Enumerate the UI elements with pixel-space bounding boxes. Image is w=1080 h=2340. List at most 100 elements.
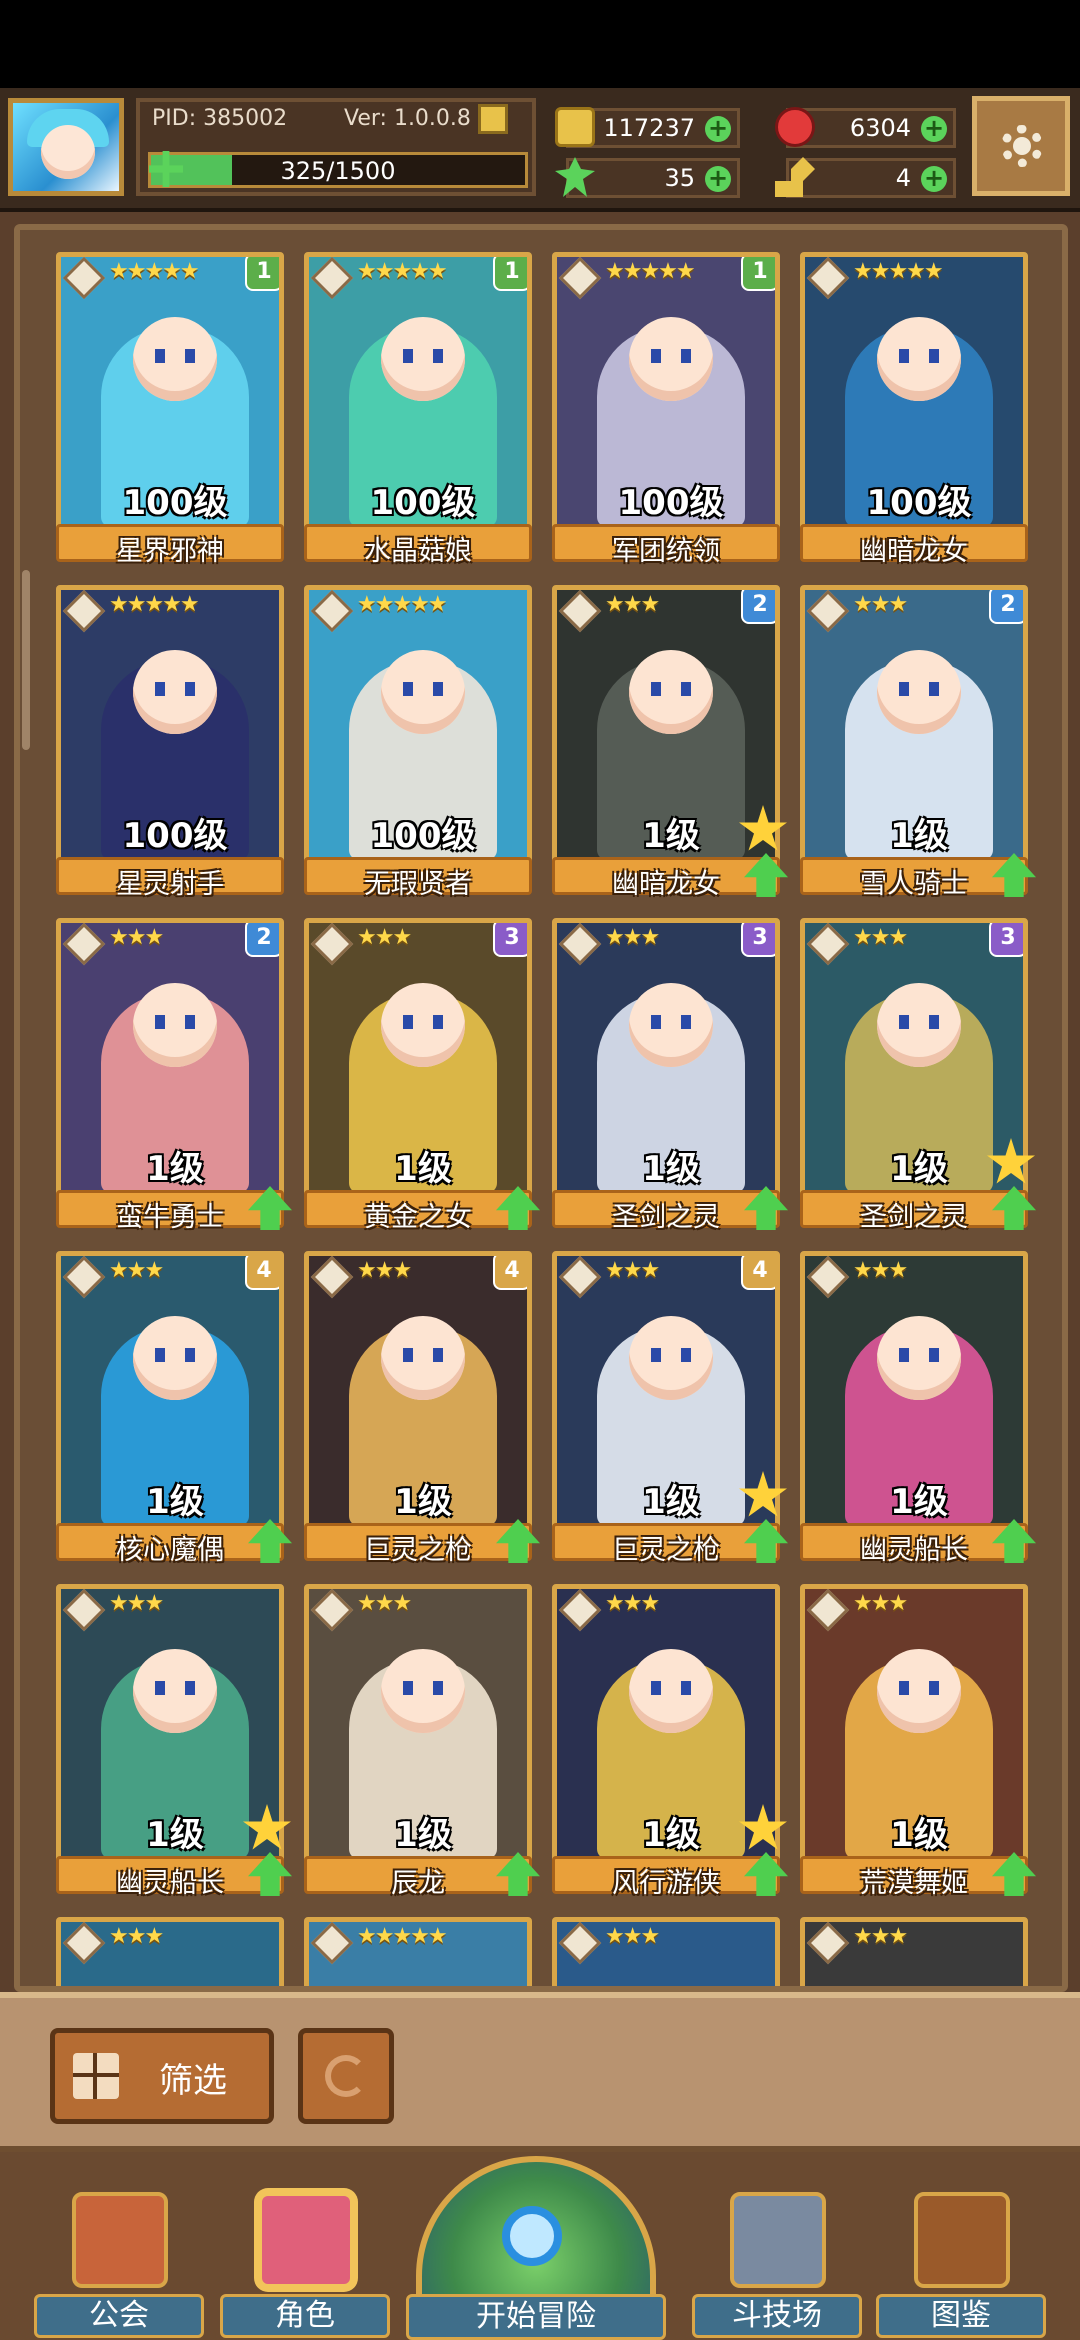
hero-card[interactable]: ★★★ 4 1级 核心魔偶 <box>56 1251 292 1566</box>
hero-card[interactable]: ★★★ 4 1级 巨灵之枪 <box>304 1251 540 1566</box>
hero-name: 巨灵之枪 <box>364 1535 472 1566</box>
hero-stars: ★★★ <box>605 1591 660 1616</box>
hero-head <box>133 1649 217 1733</box>
hero-eye <box>651 1348 661 1362</box>
hero-eye <box>185 1348 195 1362</box>
settings-button[interactable] <box>972 96 1070 196</box>
hero-name: 幽暗龙女 <box>860 536 968 567</box>
hero-card[interactable]: ★★★ 3 1级 圣剑之灵 <box>552 918 788 1233</box>
hero-tier-badge: 4 <box>245 1256 279 1290</box>
hero-stars: ★★★★★ <box>853 259 944 284</box>
hero-card[interactable]: ★★★★★ 100级 无瑕贤者 <box>304 585 532 900</box>
hero-portrait: ★★★★★ <box>304 1917 532 1986</box>
hero-card[interactable]: ★★★ 1级 风行游侠 <box>552 1584 788 1899</box>
hero-head <box>381 650 465 734</box>
hero-head <box>629 1649 713 1733</box>
hero-level: 1级 <box>890 1815 948 1855</box>
player-avatar[interactable] <box>8 98 124 196</box>
gem-icon <box>775 107 815 147</box>
hero-card-partial[interactable]: ★★★ <box>56 1917 284 1986</box>
hero-stars: ★★★ <box>357 1258 412 1283</box>
hero-card-partial[interactable]: ★★★ <box>552 1917 780 1986</box>
key-counter[interactable]: 4 + <box>775 157 956 198</box>
filter-button[interactable]: 筛选 <box>50 2028 274 2124</box>
hero-eye <box>403 349 413 363</box>
roster-scrollbar[interactable] <box>22 570 30 750</box>
hero-card[interactable]: ★★★★★ 1 100级 军团统领 <box>552 252 780 567</box>
exp-text: 325/1500 <box>280 157 396 185</box>
nav-codex[interactable]: 图鉴 <box>876 2192 1046 2340</box>
nav-codex-label: 图鉴 <box>876 2294 1046 2338</box>
hero-name: 星界邪神 <box>116 536 224 567</box>
hero-head <box>629 650 713 734</box>
hero-eye <box>651 682 661 696</box>
hero-stars: ★★★ <box>853 925 908 950</box>
hero-card[interactable]: ★★★★★ 100级 幽暗龙女 <box>800 252 1028 567</box>
hero-card[interactable]: ★★★ 1级 幽灵船长 <box>56 1584 292 1899</box>
gold-counter[interactable]: 117237 + <box>555 107 740 148</box>
guild-house-icon <box>72 2192 168 2288</box>
hero-stars: ★★★★★ <box>357 259 448 284</box>
hero-eye <box>929 682 939 696</box>
hero-level: 1级 <box>642 1149 700 1189</box>
hero-eye <box>681 349 691 363</box>
character-bear-icon <box>258 2192 354 2288</box>
add-gem-icon[interactable]: + <box>921 116 947 142</box>
class-icon <box>806 1922 850 1965</box>
hero-card[interactable]: ★★★ 2 1级 雪人骑士 <box>800 585 1036 900</box>
hero-eye <box>155 349 165 363</box>
key-icon <box>775 157 815 197</box>
clover-counter[interactable]: 35 + <box>555 157 740 198</box>
hero-card[interactable]: ★★★ 4 1级 巨灵之枪 <box>552 1251 788 1566</box>
hero-head <box>381 983 465 1067</box>
hero-portrait: ★★★★★ 1 100级 <box>304 252 532 536</box>
refresh-button[interactable] <box>298 2028 394 2124</box>
avatar-face <box>41 125 95 179</box>
hero-eye <box>185 1681 195 1695</box>
hero-card[interactable]: ★★★ 3 1级 圣剑之灵 <box>800 918 1036 1233</box>
class-icon <box>310 923 354 966</box>
hero-card-partial[interactable]: ★★★ <box>800 1917 1028 1986</box>
class-icon <box>806 1256 850 1299</box>
hero-level: 1级 <box>146 1482 204 1522</box>
nav-arena[interactable]: 斗技场 <box>692 2192 862 2340</box>
hero-stars: ★★★ <box>853 1924 908 1949</box>
class-icon <box>62 1256 106 1299</box>
hero-head <box>381 317 465 401</box>
nav-start-adventure[interactable]: 开始冒险 <box>406 2156 666 2340</box>
hero-level: 1级 <box>642 816 700 856</box>
hero-card[interactable]: ★★★ 1级 辰龙 <box>304 1584 540 1899</box>
hero-stars: ★★★ <box>853 1591 908 1616</box>
hero-card[interactable]: ★★★ 1级 荒漠舞姬 <box>800 1584 1036 1899</box>
gem-counter[interactable]: 6304 + <box>775 107 956 148</box>
add-clover-icon[interactable]: + <box>705 166 731 192</box>
nav-character-label: 角色 <box>220 2294 390 2338</box>
class-icon <box>62 590 106 633</box>
hero-head <box>877 1316 961 1400</box>
clover-value: 35 <box>664 164 695 192</box>
add-key-icon[interactable]: + <box>921 166 947 192</box>
hero-card[interactable]: ★★★★★ 1 100级 水晶菇娘 <box>304 252 532 567</box>
hero-eye <box>403 1015 413 1029</box>
hero-card[interactable]: ★★★★★ 1 100级 星界邪神 <box>56 252 284 567</box>
hero-stars: ★★★★★ <box>605 259 696 284</box>
hero-card[interactable]: ★★★★★ 100级 星灵射手 <box>56 585 284 900</box>
hero-card[interactable]: ★★★ 2 1级 蛮牛勇士 <box>56 918 292 1233</box>
hero-card[interactable]: ★★★ 3 1级 黄金之女 <box>304 918 540 1233</box>
hero-card-partial[interactable]: ★★★★★ <box>304 1917 532 1986</box>
hero-card[interactable]: ★★★ 2 1级 幽暗龙女 <box>552 585 788 900</box>
nav-adventure-label: 开始冒险 <box>406 2294 666 2340</box>
hero-stars: ★★★★★ <box>109 259 200 284</box>
hero-stars: ★★★★★ <box>109 592 200 617</box>
hero-eye <box>929 1015 939 1029</box>
version-icon <box>478 104 508 134</box>
hero-head <box>877 317 961 401</box>
hero-name: 核心魔偶 <box>116 1535 224 1566</box>
hero-tier-badge: 3 <box>493 923 527 957</box>
hero-roster[interactable]: ★★★★★ 1 100级 星界邪神 ★★★★★ 1 100级 水晶菇娘 ★★★★★ 1 100级 军团… <box>14 224 1068 1992</box>
nav-guild[interactable]: 公会 <box>34 2192 204 2340</box>
hero-card[interactable]: ★★★ 1级 幽灵船长 <box>800 1251 1036 1566</box>
add-gold-icon[interactable]: + <box>705 116 731 142</box>
nav-character[interactable]: 角色 <box>220 2192 390 2340</box>
hero-tier-badge: 2 <box>245 923 279 957</box>
